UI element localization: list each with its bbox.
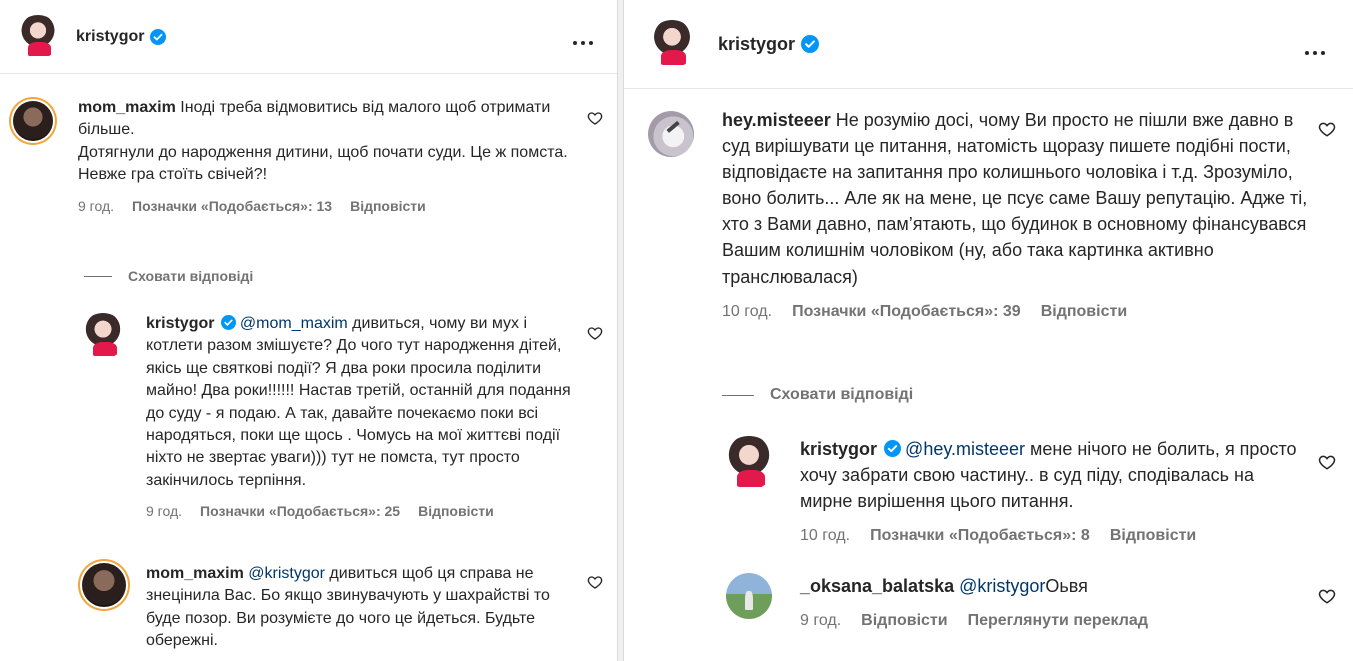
reply-time[interactable]: 9 год. (146, 502, 182, 522)
mention-link[interactable]: @hey.misteeer (905, 439, 1025, 459)
verified-badge-icon (150, 28, 167, 45)
reply: mom_maxim @kristygor дивиться щоб ця спр… (80, 563, 580, 653)
heart-icon[interactable] (587, 325, 603, 346)
reply: _oksana_balatska @kristygorОьвя 9 год. В… (726, 573, 1306, 632)
reply-text: _oksana_balatska @kristygorОьвя (800, 573, 1306, 599)
reply-meta: 10 год. Позначки «Подобається»: 8 Відпов… (800, 524, 1302, 547)
hide-replies-button[interactable]: Сховати відповіді (84, 268, 253, 284)
comment-text: hey.misteeer Не розумію досі, чому Ви пр… (722, 107, 1308, 290)
comment-text: mom_maxim Іноді треба відмовитись від ма… (78, 97, 573, 142)
heart-icon[interactable] (587, 574, 603, 595)
reply-time[interactable]: 10 год. (800, 524, 850, 547)
avatar[interactable] (16, 14, 60, 59)
comment-username[interactable]: mom_maxim (78, 99, 176, 116)
comment-text-line: Дотягнули до народження дитини, щоб поча… (78, 143, 568, 161)
avatar[interactable] (80, 313, 126, 359)
reply-text: mom_maxim @kristygor дивиться щоб ця спр… (146, 563, 580, 653)
avatar[interactable] (13, 101, 53, 141)
verified-badge-icon (220, 314, 236, 330)
post-header: kristygor (0, 0, 617, 74)
avatar[interactable] (726, 573, 772, 619)
reply-text: kristygor @mom_maxim дивиться, чому ви м… (146, 313, 580, 492)
avatar[interactable] (648, 111, 694, 157)
heart-icon[interactable] (1318, 120, 1336, 143)
reply-text-body: дивиться, чому ви мух і котлети разом зм… (146, 315, 571, 489)
avatar[interactable] (648, 20, 696, 68)
comment-meta: 10 год. Позначки «Подобається»: 39 Відпо… (722, 300, 1308, 323)
more-options-icon[interactable] (1303, 42, 1327, 60)
comment: mom_maxim Іноді треба відмовитись від ма… (13, 97, 573, 216)
reply-text: kristygor @hey.misteeer мене нічого не б… (800, 436, 1302, 514)
verified-badge-icon (884, 440, 902, 458)
heart-icon[interactable] (1318, 453, 1336, 476)
reply-username[interactable]: kristygor (800, 439, 877, 459)
likes-count[interactable]: Позначки «Подобається»: 13 (132, 197, 332, 217)
reply-button[interactable]: Відповісти (350, 197, 426, 217)
heart-icon[interactable] (587, 110, 603, 131)
post-panel-right: kristygor hey.misteeer Не розумію досі, … (623, 0, 1353, 661)
reply-meta: 9 год. Відповісти Переглянути переклад (800, 609, 1306, 632)
mention-link[interactable]: @kristygor (248, 565, 325, 582)
avatar[interactable] (722, 436, 776, 490)
heart-icon[interactable] (1318, 587, 1336, 610)
more-options-icon[interactable] (571, 32, 595, 50)
comment-username[interactable]: hey.misteeer (722, 110, 831, 130)
reply-username[interactable]: _oksana_balatska (800, 576, 954, 596)
header-username[interactable]: kristygor (718, 34, 795, 55)
reply-button[interactable]: Відповісти (1110, 524, 1196, 547)
likes-count[interactable]: Позначки «Подобається»: 25 (200, 502, 400, 522)
reply-meta: 9 год. Позначки «Подобається»: 25 Відпов… (146, 502, 580, 522)
reply-button[interactable]: Відповісти (418, 502, 494, 522)
comment-time[interactable]: 9 год. (78, 197, 114, 217)
verified-badge-icon (801, 35, 820, 53)
reply-text-body: Оьвя (1045, 576, 1088, 596)
reply-button[interactable]: Відповісти (861, 609, 947, 632)
reply: kristygor @mom_maxim дивиться, чому ви м… (80, 313, 580, 522)
reply-username[interactable]: kristygor (146, 315, 214, 332)
reply-time[interactable]: 9 год. (800, 609, 841, 632)
reply-username[interactable]: mom_maxim (146, 565, 244, 582)
post-panel-left: kristygor mom_maxim Іноді треба відмовит… (0, 0, 618, 661)
comment-time[interactable]: 10 год. (722, 300, 772, 323)
likes-count[interactable]: Позначки «Подобається»: 39 (792, 300, 1021, 323)
reply: kristygor @hey.misteeer мене нічого не б… (722, 436, 1302, 547)
comment-text-line: Невже гра стоїть свічей?! (78, 166, 268, 184)
reply-button[interactable]: Відповісти (1041, 300, 1127, 323)
comment-meta: 9 год. Позначки «Подобається»: 13 Відпов… (78, 197, 573, 217)
avatar[interactable] (82, 563, 126, 607)
header-username[interactable]: kristygor (76, 28, 144, 46)
hide-replies-button[interactable]: Сховати відповіді (722, 386, 913, 404)
comment-text-body: Не розумію досі, чому Ви просто не пішли… (722, 110, 1308, 287)
mention-link[interactable]: @mom_maxim (240, 315, 348, 332)
mention-link[interactable]: @kristygor (959, 576, 1045, 596)
likes-count[interactable]: Позначки «Подобається»: 8 (870, 524, 1090, 547)
post-header: kristygor (624, 0, 1353, 89)
see-translation-link[interactable]: Переглянути переклад (968, 609, 1148, 632)
comment: hey.misteeer Не розумію досі, чому Ви пр… (648, 107, 1308, 323)
